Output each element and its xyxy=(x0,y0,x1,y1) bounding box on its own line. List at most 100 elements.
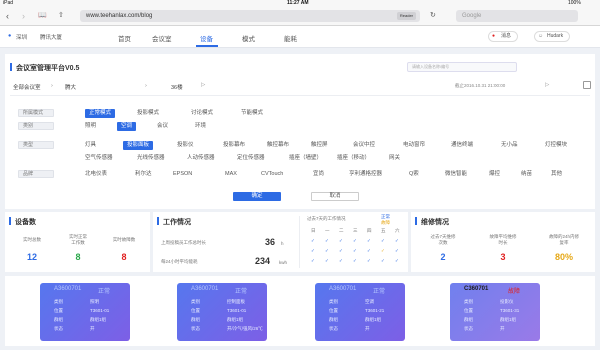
user-menu[interactable]: ☺ Hudark xyxy=(534,31,571,42)
device-field-label: 类别 xyxy=(329,299,338,304)
reader-button[interactable]: Reader xyxy=(396,12,416,20)
breadcrumb-all[interactable]: 全部会议室 xyxy=(13,83,41,91)
url-text: www.teehanlax.com/blog xyxy=(86,13,153,19)
filter-option[interactable]: 正常模式 xyxy=(85,108,116,118)
device-field-label: 位置 xyxy=(54,308,63,313)
filter-option[interactable]: 其他 xyxy=(551,170,562,179)
filter-option[interactable]: 亨利通格控器 xyxy=(349,170,382,179)
check-icon: ✓ xyxy=(339,258,343,263)
filter-option[interactable]: 插座（墙壁） xyxy=(289,154,322,163)
device-card[interactable]: C360701 故障 类别 投影仪 位置 T3601-31 群组 群组1组 状态 开 xyxy=(450,283,540,341)
work-label: 每24小时平均能耗 xyxy=(161,259,198,264)
check-icon: ✓ xyxy=(353,238,357,243)
device-count-title: 设备数 xyxy=(15,219,36,226)
filter-option[interactable]: 灯控模块 xyxy=(545,141,567,150)
device-field-value: 照明 xyxy=(90,299,99,304)
divider xyxy=(299,216,300,268)
filter-option[interactable]: 定位传感器 xyxy=(237,154,265,163)
filter-option[interactable]: 会议中控 xyxy=(353,141,375,150)
filter-option[interactable]: Q索 xyxy=(409,170,419,179)
tab-energy[interactable]: 能耗 xyxy=(284,33,297,43)
filter-option[interactable]: 投影面板 xyxy=(123,140,154,150)
check-icon: ✓ xyxy=(311,258,315,263)
reload-icon[interactable]: ↻ xyxy=(430,10,436,22)
check-icon: ✓ xyxy=(325,238,329,243)
device-field-label: 类别 xyxy=(464,299,473,304)
filter-option[interactable]: 照明 xyxy=(85,122,96,131)
filter-option[interactable]: 无小品 xyxy=(501,141,518,150)
filter-option[interactable]: 环境 xyxy=(195,122,206,131)
calendar-icon[interactable] xyxy=(583,81,591,89)
filter-option[interactable]: 通信终端 xyxy=(451,141,473,150)
device-field-value: T3601-31 xyxy=(500,308,520,313)
confirm-button[interactable]: 确定 xyxy=(233,192,281,201)
location-building[interactable]: 腾讯大厦 xyxy=(40,33,62,41)
filter-option[interactable]: 投影幕布 xyxy=(223,141,245,150)
tab-mode[interactable]: 模式 xyxy=(242,33,255,43)
filter-option[interactable]: 宜尚 xyxy=(313,170,324,179)
filter-option[interactable]: 插座（移动） xyxy=(337,154,370,163)
active-tab-indicator xyxy=(196,45,218,47)
check-icon: ✓ xyxy=(381,248,385,253)
breadcrumb-building[interactable]: 腾大 xyxy=(65,83,76,91)
tab-home[interactable]: 首页 xyxy=(118,33,131,43)
filter-option[interactable]: 爆控 xyxy=(489,170,500,179)
filter-option[interactable]: 空调 xyxy=(117,121,137,131)
filter-option[interactable]: 触控屏 xyxy=(311,141,328,150)
filter-option[interactable]: 光线传感器 xyxy=(137,154,165,163)
filter-option[interactable]: 讨论模式 xyxy=(191,109,213,118)
filter-option[interactable]: 人动传感器 xyxy=(187,154,215,163)
filter-option[interactable]: 电动窗帘 xyxy=(403,141,425,150)
weekday-label: 日 xyxy=(311,228,316,233)
check-icon: ✓ xyxy=(311,238,315,243)
title-accent xyxy=(157,217,159,225)
search-field[interactable]: Google xyxy=(456,10,578,22)
share-icon[interactable]: ⇧ xyxy=(58,10,64,22)
filter-option[interactable]: 微信智能 xyxy=(445,170,467,179)
maintenance-panel: 维修情况 过去7天维修 次数 2 故障平均维修 时长 3 故障的24h内修 复率… xyxy=(411,212,595,272)
user-icon: ☺ xyxy=(538,33,544,39)
updated-time: 截止2016.10.31 21:00:00 xyxy=(455,83,506,88)
filter-option[interactable]: 灯具 xyxy=(85,141,96,150)
forward-icon[interactable]: › xyxy=(22,10,25,22)
filter-option[interactable]: 利尔达 xyxy=(135,170,152,179)
filter-option[interactable]: 纳苗 xyxy=(521,170,532,179)
device-cards: A3600701 正常 类别 照明 位置 T3601-01 群组 群组1组 状态开 A360070… xyxy=(5,276,595,346)
check-icon: ✓ xyxy=(353,258,357,263)
location-city[interactable]: 深圳 xyxy=(16,33,27,41)
breadcrumb-floor[interactable]: 36楼 xyxy=(171,83,183,91)
tab-meeting-room[interactable]: 会议室 xyxy=(152,33,172,43)
stat-label: 实时总数 xyxy=(23,237,41,242)
play-icon[interactable]: ▷ xyxy=(201,82,205,88)
device-card[interactable]: A3600701 正常 类别 控制面板 位置 T3601-01 群组 群组1组 状态 开/冷气/强… xyxy=(177,283,267,341)
filter-option[interactable]: 会议 xyxy=(157,122,168,131)
filter-option[interactable]: CVTouch xyxy=(261,170,283,179)
device-field-label: 状态 xyxy=(464,326,473,331)
play-icon[interactable]: ▷ xyxy=(545,82,549,88)
filter-option[interactable]: 节能模式 xyxy=(241,109,263,118)
device-id: A3600701 xyxy=(329,286,357,292)
filter-option[interactable]: 北电仪表 xyxy=(85,170,107,179)
device-card[interactable]: A3600701 正常 类别 空调 位置 T3601-21 群组 群组1组 状态 开 xyxy=(315,283,405,341)
device-id: A3600701 xyxy=(54,286,82,292)
filter-option[interactable]: 投影仪 xyxy=(177,141,194,150)
back-icon[interactable]: ‹ xyxy=(6,10,9,22)
filter-option[interactable]: MAX xyxy=(225,170,237,179)
bookmarks-icon[interactable]: 📖 xyxy=(38,10,47,22)
filter-option[interactable]: 触控幕布 xyxy=(267,141,289,150)
device-state: 正常 xyxy=(235,289,248,295)
filter-option[interactable]: EPSON xyxy=(173,170,192,179)
filter-option[interactable]: 空气传感器 xyxy=(85,154,113,163)
stat-label: 实时故障数 xyxy=(112,237,136,242)
stat-value: 3 xyxy=(500,252,506,262)
cancel-button[interactable]: 取消 xyxy=(311,192,359,201)
filter-option[interactable]: 投影模式 xyxy=(137,109,159,118)
tab-devices[interactable]: 设备 xyxy=(200,33,213,43)
device-field-label: 群组 xyxy=(464,317,473,322)
filter-option[interactable]: 网关 xyxy=(389,154,400,163)
device-search-input[interactable]: 请输入设备名称/编号 xyxy=(407,62,517,72)
device-card[interactable]: A3600701 正常 类别 照明 位置 T3601-01 群组 群组1组 状态 开 xyxy=(40,283,130,341)
messages-button[interactable]: ● 消息 xyxy=(488,31,519,42)
location-pin-icon: ● xyxy=(8,33,12,39)
address-bar[interactable]: www.teehanlax.com/blog Reader xyxy=(80,10,420,22)
